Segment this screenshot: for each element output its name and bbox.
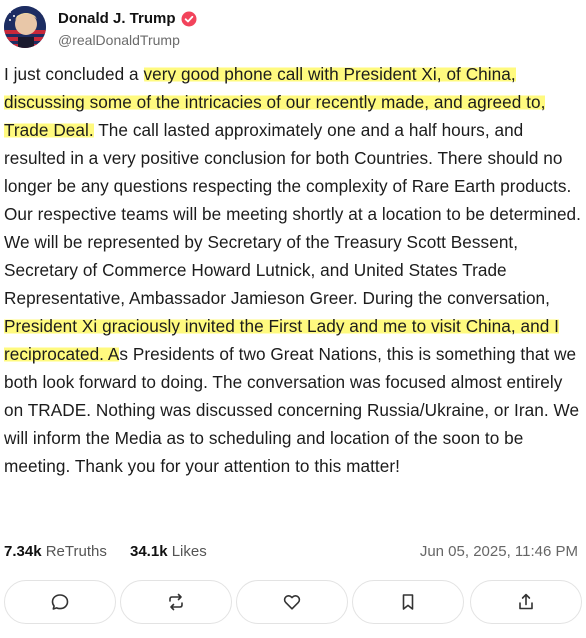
likes-stat[interactable]: 34.1k Likes <box>130 543 207 560</box>
user-handle[interactable]: @realDonaldTrump <box>58 32 180 48</box>
like-button[interactable] <box>236 580 348 624</box>
like-heart-icon <box>283 594 301 610</box>
bookmark-button[interactable] <box>352 580 464 624</box>
name-row: Donald J. Trump <box>58 10 197 27</box>
verified-badge-icon <box>181 11 197 27</box>
post-stats: 7.34k ReTruths 34.1k Likes Jun 05, 2025,… <box>4 543 578 565</box>
display-name[interactable]: Donald J. Trump <box>58 10 176 27</box>
bookmark-icon <box>402 594 414 610</box>
action-bar <box>0 580 586 624</box>
avatar-image <box>4 6 46 48</box>
post-text-segment: I just concluded a <box>4 64 144 84</box>
reply-icon <box>51 594 69 610</box>
avatar[interactable] <box>4 6 46 48</box>
post-text-segment: The call lasted approximately one and a … <box>4 120 581 308</box>
share-icon <box>519 593 533 610</box>
retruths-count: 7.34k <box>4 543 42 560</box>
share-button[interactable] <box>470 580 582 624</box>
post-text: I just concluded a very good phone call … <box>4 60 582 480</box>
reply-button[interactable] <box>4 580 116 624</box>
retruths-label: ReTruths <box>45 543 107 560</box>
timestamp[interactable]: Jun 05, 2025, 11:46 PM <box>420 543 578 560</box>
retruths-stat[interactable]: 7.34k ReTruths <box>4 543 107 560</box>
retruth-button[interactable] <box>120 580 232 624</box>
post-header: Donald J. Trump @realDonaldTrump <box>4 6 582 50</box>
likes-label: Likes <box>171 543 207 560</box>
retruth-icon <box>169 593 183 611</box>
likes-count: 34.1k <box>130 543 168 560</box>
